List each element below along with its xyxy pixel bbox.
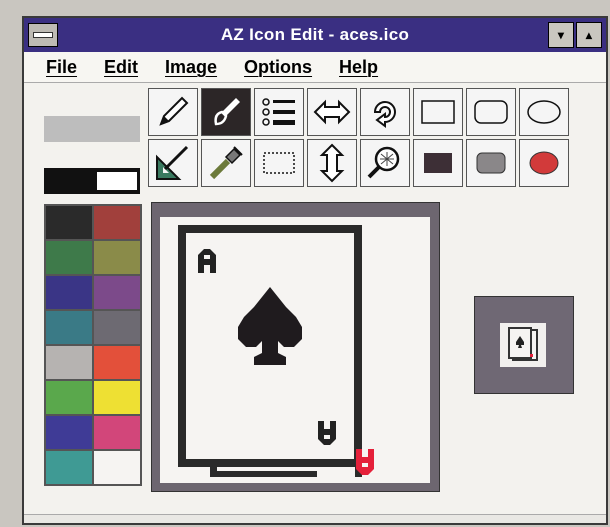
- flip-vertical-icon[interactable]: [307, 139, 357, 187]
- pencil-icon[interactable]: [148, 88, 198, 136]
- palette-swatch[interactable]: [94, 416, 140, 449]
- filled-rounded-rectangle-icon[interactable]: [466, 139, 516, 187]
- palette-swatch[interactable]: [46, 311, 92, 344]
- palette-swatch[interactable]: [46, 206, 92, 239]
- flip-horizontal-icon[interactable]: [307, 88, 357, 136]
- menu-bar: File Edit Image Options Help: [24, 52, 606, 83]
- app-window: AZ Icon Edit - aces.ico ▾ ▴ File Edit Im…: [22, 16, 608, 525]
- palette-swatch[interactable]: [94, 381, 140, 414]
- selection-marquee-icon[interactable]: [254, 139, 304, 187]
- palette-swatch[interactable]: [94, 206, 140, 239]
- menu-file[interactable]: File: [46, 57, 77, 78]
- window-bottom-edge: [24, 514, 606, 523]
- ellipse-outline-icon[interactable]: [519, 88, 569, 136]
- color-palette: [44, 204, 142, 486]
- menu-edit[interactable]: Edit: [104, 57, 138, 78]
- icon-preview-frame: [474, 296, 574, 394]
- current-color-indicator[interactable]: [44, 168, 140, 194]
- magnify-icon[interactable]: [360, 139, 410, 187]
- palette-swatch[interactable]: [94, 451, 140, 484]
- palette-swatch[interactable]: [46, 416, 92, 449]
- menu-help[interactable]: Help: [339, 57, 378, 78]
- window-title: AZ Icon Edit - aces.ico: [220, 25, 410, 44]
- menu-image[interactable]: Image: [165, 57, 217, 78]
- filled-ellipse-icon[interactable]: [519, 139, 569, 187]
- undo-button[interactable]: [44, 116, 140, 142]
- palette-swatch[interactable]: [46, 381, 92, 414]
- icon-preview: [500, 323, 546, 367]
- background-color-swatch: [97, 172, 137, 190]
- palette-swatch[interactable]: [46, 276, 92, 309]
- palette-swatch[interactable]: [94, 311, 140, 344]
- eyedropper-icon[interactable]: [201, 139, 251, 187]
- line-drawing-icon[interactable]: [148, 139, 198, 187]
- system-menu-button[interactable]: [28, 23, 58, 47]
- icon-edit-canvas[interactable]: [160, 217, 430, 483]
- maximize-button[interactable]: ▴: [576, 22, 602, 48]
- minimize-button[interactable]: ▾: [548, 22, 574, 48]
- menu-options[interactable]: Options: [244, 57, 312, 78]
- palette-swatch[interactable]: [46, 451, 92, 484]
- bullet-list-icon[interactable]: [254, 88, 304, 136]
- tool-palette: [148, 88, 569, 187]
- edit-canvas-frame: [151, 202, 440, 492]
- palette-swatch[interactable]: [94, 241, 140, 274]
- rotate-icon[interactable]: [360, 88, 410, 136]
- palette-swatch[interactable]: [46, 241, 92, 274]
- palette-swatch[interactable]: [94, 276, 140, 309]
- brush-icon[interactable]: [201, 88, 251, 136]
- rounded-rectangle-outline-icon[interactable]: [466, 88, 516, 136]
- rectangle-outline-icon[interactable]: [413, 88, 463, 136]
- palette-swatch[interactable]: [46, 346, 92, 379]
- palette-swatch[interactable]: [94, 346, 140, 379]
- filled-rectangle-icon[interactable]: [413, 139, 463, 187]
- title-bar[interactable]: AZ Icon Edit - aces.ico ▾ ▴: [24, 18, 606, 52]
